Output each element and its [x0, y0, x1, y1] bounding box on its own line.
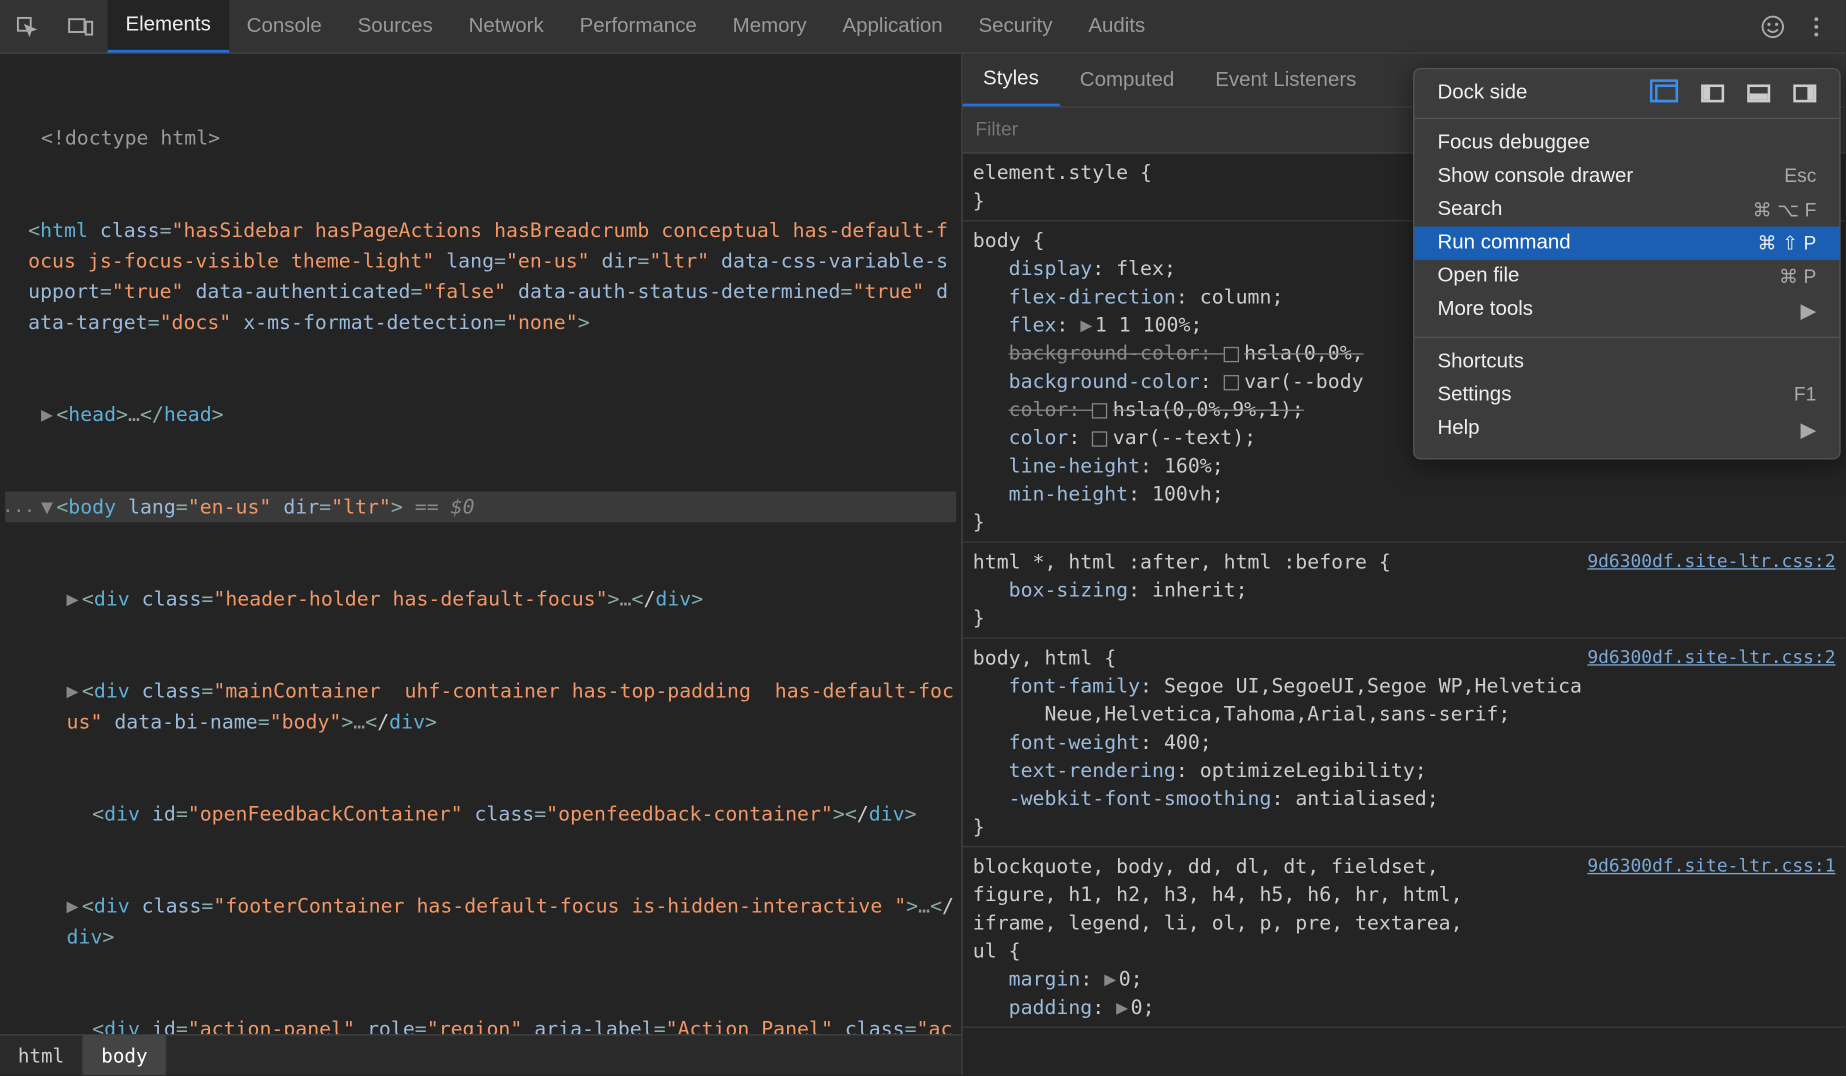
source-link[interactable]: 9d6300df.site-ltr.css:1 — [1587, 852, 1835, 965]
tab-elements[interactable]: Elements — [108, 0, 229, 52]
breadcrumb: html body — [0, 1034, 961, 1075]
menu-item-help[interactable]: Help▶ — [1414, 412, 1839, 448]
color-swatch-icon[interactable] — [1092, 403, 1107, 418]
tab-application[interactable]: Application — [825, 0, 961, 52]
tab-performance[interactable]: Performance — [562, 0, 715, 52]
menu-divider — [1414, 337, 1839, 338]
dock-bottom-icon[interactable] — [1747, 84, 1770, 102]
rule-body-html[interactable]: body, html {9d6300df.site-ltr.css:2 font… — [963, 639, 1846, 848]
menu-item-focus-debuggee[interactable]: Focus debuggee — [1414, 127, 1839, 160]
div-header-holder[interactable]: ▶<div class="header-holder has-default-f… — [5, 584, 956, 615]
crumb-body[interactable]: body — [83, 1036, 166, 1076]
menu-item-settings[interactable]: SettingsF1 — [1414, 379, 1839, 412]
div-footer-container[interactable]: ▶<div class="footerContainer has-default… — [5, 891, 956, 952]
html-open-node[interactable]: <html class="hasSidebar hasPageActions h… — [5, 215, 956, 338]
tab-console[interactable]: Console — [229, 0, 340, 52]
menu-item-run-command[interactable]: Run command⌘ ⇧ P — [1414, 227, 1839, 260]
doctype-node[interactable]: <!doctype html> — [41, 127, 220, 150]
color-swatch-icon[interactable] — [1092, 431, 1107, 446]
elements-panel: <!doctype html> <html class="hasSidebar … — [0, 54, 963, 1075]
dock-side-label: Dock side — [1437, 82, 1632, 105]
main-tabs: Elements Console Sources Network Perform… — [108, 0, 1164, 52]
menu-divider — [1414, 118, 1839, 119]
menu-item-more-tools[interactable]: More tools▶ — [1414, 293, 1839, 329]
feedback-icon[interactable] — [1751, 13, 1795, 39]
source-link[interactable]: 9d6300df.site-ltr.css:2 — [1587, 644, 1835, 672]
dock-undock-icon[interactable] — [1655, 84, 1678, 102]
body-node-selected[interactable]: ▼<body lang="en-us" dir="ltr"> == $0 — [5, 492, 956, 523]
menu-item-show-console-drawer[interactable]: Show console drawerEsc — [1414, 160, 1839, 193]
menu-item-search[interactable]: Search⌘ ⌥ F — [1414, 193, 1839, 226]
more-menu-icon[interactable] — [1795, 13, 1839, 39]
device-toolbar-icon[interactable] — [54, 0, 108, 52]
menu-item-shortcuts[interactable]: Shortcuts — [1414, 346, 1839, 379]
div-main-container[interactable]: ▶<div class="mainContainer uhf-container… — [5, 676, 956, 737]
head-node[interactable]: ▶<head>…</head> — [5, 399, 956, 430]
color-swatch-icon[interactable] — [1224, 374, 1239, 389]
crumb-html[interactable]: html — [0, 1036, 83, 1076]
sidebar-tab-styles[interactable]: Styles — [963, 54, 1060, 106]
div-openfeedback[interactable]: <div id="openFeedbackContainer" class="o… — [5, 799, 956, 830]
dock-left-icon[interactable] — [1701, 84, 1724, 102]
inspect-element-icon[interactable] — [0, 0, 54, 52]
tab-audits[interactable]: Audits — [1070, 0, 1163, 52]
tab-network[interactable]: Network — [451, 0, 562, 52]
source-link[interactable]: 9d6300df.site-ltr.css:2 — [1587, 548, 1835, 576]
tab-security[interactable]: Security — [961, 0, 1071, 52]
tab-memory[interactable]: Memory — [715, 0, 825, 52]
devtools-toolbar: Elements Console Sources Network Perform… — [0, 0, 1846, 54]
main-context-menu: Dock side Focus debuggeeShow console dra… — [1413, 68, 1841, 460]
div-action-panel[interactable]: <div id="action-panel" role="region" ari… — [5, 1014, 956, 1034]
color-swatch-icon[interactable] — [1224, 346, 1239, 361]
dock-right-icon[interactable] — [1793, 84, 1816, 102]
rule-reset[interactable]: blockquote, body, dd, dl, dt, fieldset, … — [963, 847, 1846, 1027]
dom-tree[interactable]: <!doctype html> <html class="hasSidebar … — [0, 54, 961, 1034]
menu-item-open-file[interactable]: Open file⌘ P — [1414, 260, 1839, 293]
rule-html-star[interactable]: html *, html :after, html :before {9d630… — [963, 543, 1846, 639]
tab-sources[interactable]: Sources — [340, 0, 451, 52]
sidebar-tab-event-listeners[interactable]: Event Listeners — [1195, 54, 1377, 106]
sidebar-tab-computed[interactable]: Computed — [1059, 54, 1194, 106]
